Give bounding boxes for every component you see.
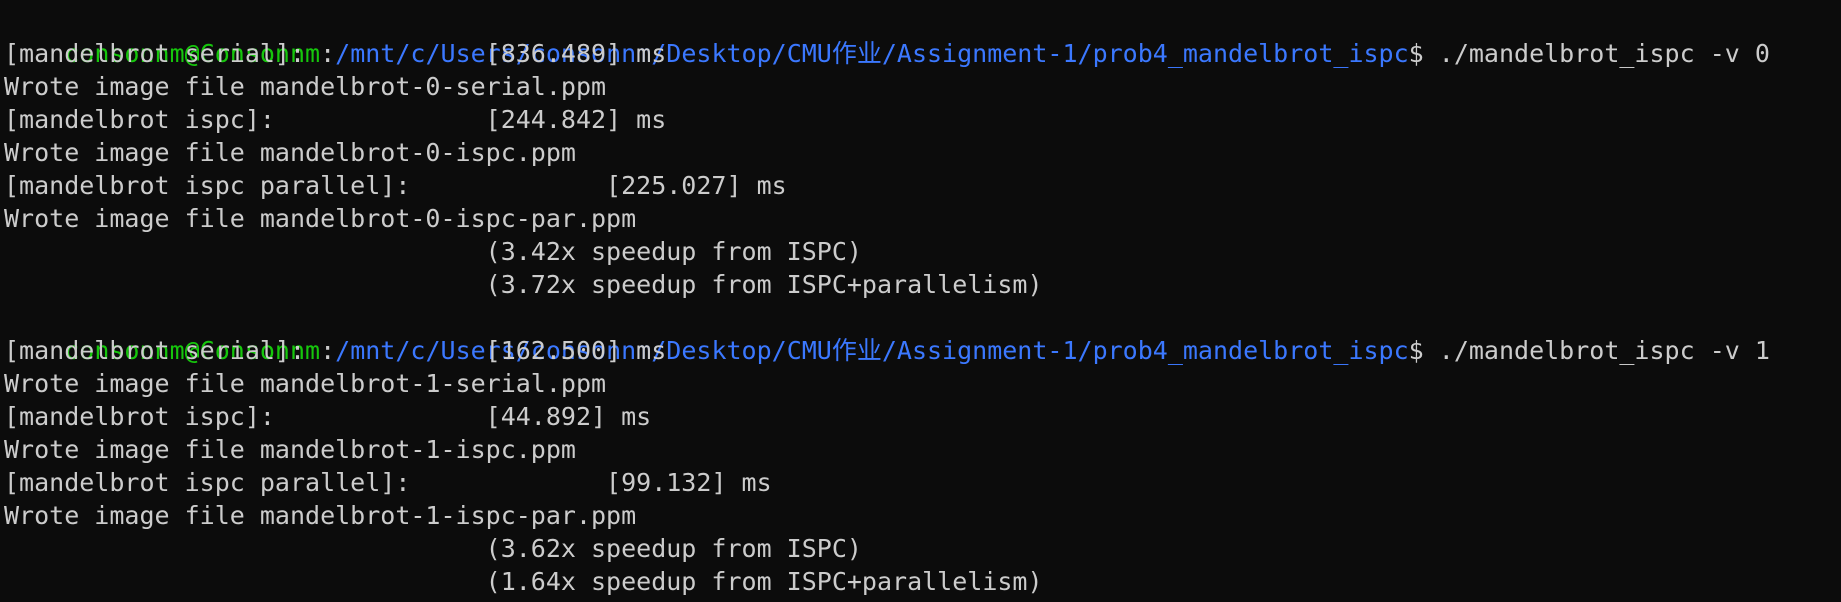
output-line: Wrote image file mandelbrot-0-serial.ppm (4, 72, 607, 101)
output-line: (3.62x speedup from ISPC) (4, 534, 862, 563)
output-line: Wrote image file mandelbrot-0-ispc.ppm (4, 138, 576, 167)
output-line: [mandelbrot ispc]: [244.842] ms (4, 105, 667, 134)
output-line: (1.64x speedup from ISPC+parallelism) (4, 567, 1043, 596)
prompt-dollar: $ (1408, 336, 1424, 365)
command-text: ./mandelbrot_ispc -v 0 (1423, 39, 1770, 68)
output-line: [mandelbrot ispc parallel]: [99.132] ms (4, 468, 772, 497)
output-line: Wrote image file mandelbrot-1-serial.ppm (4, 369, 607, 398)
output-line: [mandelbrot ispc parallel]: [225.027] ms (4, 171, 787, 200)
output-line: Wrote image file mandelbrot-1-ispc-par.p… (4, 501, 637, 530)
output-line: Wrote image file mandelbrot-0-ispc-par.p… (4, 204, 637, 233)
output-line: Wrote image file mandelbrot-1-ispc.ppm (4, 435, 576, 464)
output-line: [mandelbrot ispc]: [44.892] ms (4, 402, 652, 431)
output-line: (3.72x speedup from ISPC+parallelism) (4, 270, 1043, 299)
command-text: ./mandelbrot_ispc -v 1 (1423, 336, 1770, 365)
terminal-window[interactable]: consonnm@Consonnm:/mnt/c/Users/consonnm/… (0, 0, 1841, 602)
prompt-line: consonnm@Consonnm:/mnt/c/Users/consonnm/… (4, 4, 1841, 68)
prompt-dollar: $ (1408, 39, 1424, 68)
output-line: (3.42x speedup from ISPC) (4, 237, 862, 266)
prompt-line: consonnm@Consonnm:/mnt/c/Users/consonnm/… (4, 301, 1841, 365)
